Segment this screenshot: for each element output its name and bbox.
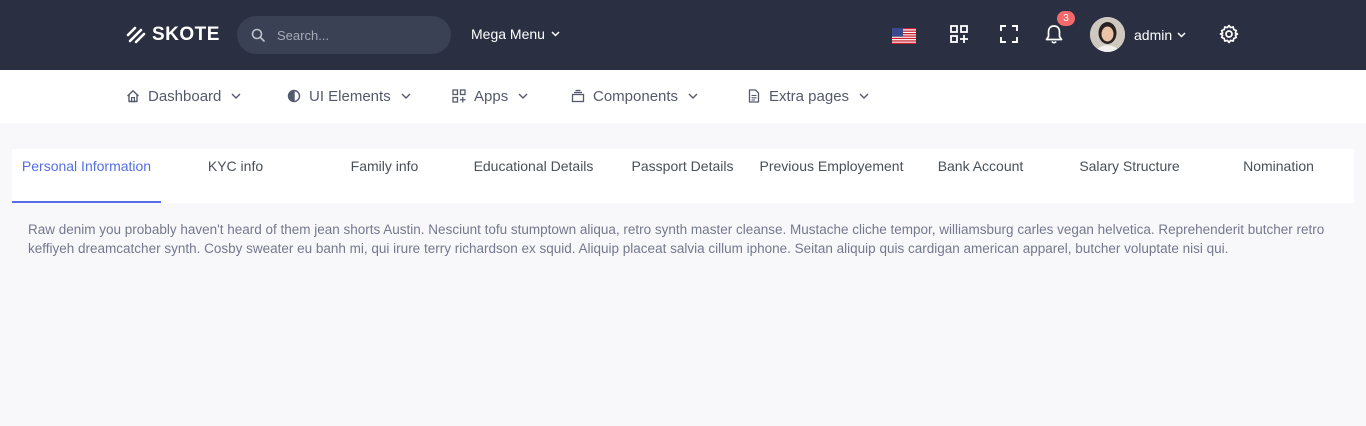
nav-label: Apps [474,87,509,105]
fullscreen-icon[interactable] [997,22,1021,46]
us-flag-icon[interactable] [892,28,916,44]
nav-dashboard[interactable]: Dashboard [126,86,241,106]
chevron-down-icon [518,93,528,99]
tab-kyc-info[interactable]: KYC info [161,149,310,203]
search-box[interactable] [237,16,451,54]
top-header: SKOTE Mega Menu [0,0,1366,70]
chevron-down-icon [1177,31,1186,38]
user-name: admin [1134,26,1173,43]
tab-family-info[interactable]: Family info [310,149,459,203]
chevron-down-icon [401,93,411,99]
nav-apps[interactable]: Apps [452,86,528,106]
settings-gear-icon[interactable] [1217,22,1241,46]
tab-passport-details[interactable]: Passport Details [608,149,757,203]
notification-badge: 3 [1057,11,1075,26]
chevron-down-icon [688,93,698,99]
collection-icon [571,89,585,103]
brand-name: SKOTE [152,24,220,45]
mega-menu-toggle[interactable]: Mega Menu [471,26,560,42]
apps-grid-icon[interactable] [947,22,971,46]
main-nav: Dashboard UI Elements Apps Components Ex… [0,70,1366,123]
avatar [1090,17,1125,52]
nav-label: UI Elements [309,87,391,105]
apps-icon [452,89,466,103]
tab-previous-employement[interactable]: Previous Employement [757,149,906,203]
chevron-down-icon [231,93,241,99]
nav-ui-elements[interactable]: UI Elements [287,86,411,106]
search-icon [251,28,265,42]
tab-bank-account[interactable]: Bank Account [906,149,1055,203]
tabs-card: Personal Information KYC info Family inf… [12,149,1354,203]
tab-salary-structure[interactable]: Salary Structure [1055,149,1204,203]
user-menu[interactable]: admin [1090,17,1186,52]
skote-logo-icon [126,26,146,44]
file-icon [748,89,760,103]
mega-menu-label: Mega Menu [471,26,545,42]
nav-components[interactable]: Components [571,86,698,106]
chevron-down-icon [551,31,560,37]
tab-personal-information[interactable]: Personal Information [12,149,161,203]
chevron-down-icon [859,93,869,99]
nav-label: Dashboard [148,87,222,105]
nav-extra-pages[interactable]: Extra pages [747,86,869,106]
nav-label: Components [593,87,679,105]
tab-nomination[interactable]: Nomination [1204,149,1353,203]
nav-label: Extra pages [769,87,850,105]
tab-educational-details[interactable]: Educational Details [459,149,608,203]
home-icon [127,90,139,103]
tune-icon [287,89,301,103]
brand-logo[interactable]: SKOTE [126,24,220,46]
tab-content-text: Raw denim you probably haven't heard of … [28,222,1325,256]
search-input[interactable] [277,27,427,43]
